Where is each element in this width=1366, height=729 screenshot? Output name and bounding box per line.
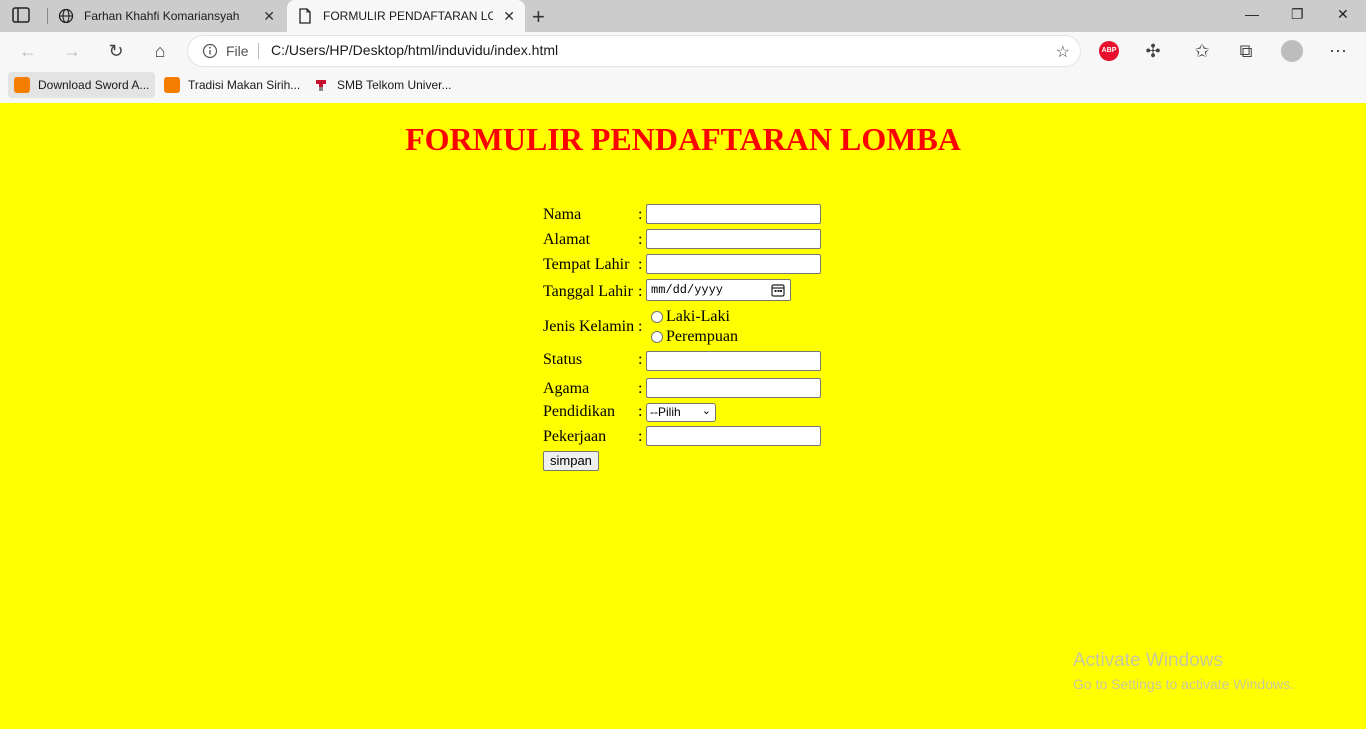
- blogger-icon: [14, 77, 30, 93]
- simpan-button[interactable]: simpan: [543, 451, 599, 471]
- row-pendidikan: Pendidikan : --Pilih ⌄: [543, 403, 863, 425]
- row-submit: simpan: [543, 451, 863, 473]
- radio-label: Laki-Laki: [666, 308, 730, 325]
- colon: :: [638, 351, 643, 368]
- jenis-kelamin-label: Jenis Kelamin: [543, 318, 635, 335]
- colon: :: [638, 206, 643, 223]
- row-status: Status :: [543, 351, 863, 373]
- more-icon[interactable]: ⋯: [1327, 40, 1349, 62]
- bookmark-label: Tradisi Makan Sirih...: [188, 78, 301, 92]
- colon: :: [638, 318, 643, 335]
- radio-perempuan[interactable]: Perempuan: [651, 327, 738, 347]
- address-divider: [258, 43, 259, 59]
- favorites-icon[interactable]: ✩: [1191, 40, 1213, 62]
- globe-icon: [58, 8, 74, 24]
- tempat-lahir-input[interactable]: [646, 254, 821, 274]
- telkom-icon: [313, 77, 329, 93]
- pendidikan-select[interactable]: --Pilih ⌄: [646, 403, 716, 422]
- pekerjaan-label: Pekerjaan: [543, 428, 607, 445]
- document-icon: [297, 8, 313, 24]
- colon: :: [638, 380, 643, 397]
- alamat-input[interactable]: [646, 229, 821, 249]
- radio-label: Perempuan: [666, 328, 738, 345]
- colon: :: [638, 256, 643, 273]
- tab-label: Farhan Khahfi Komariansyah: [84, 9, 240, 23]
- selected-option: --Pilih: [650, 405, 681, 419]
- radio-button[interactable]: [651, 311, 663, 323]
- profile-avatar[interactable]: [1281, 40, 1303, 62]
- alamat-label: Alamat: [543, 231, 591, 248]
- bookmark-item[interactable]: SMB Telkom Univer...: [307, 72, 457, 98]
- radio-button[interactable]: [651, 331, 663, 343]
- colon: :: [638, 231, 643, 248]
- back-icon[interactable]: ←: [17, 40, 39, 62]
- nama-input[interactable]: [646, 204, 821, 224]
- restore-icon[interactable]: ❐: [1291, 6, 1304, 23]
- bookmark-item[interactable]: Tradisi Makan Sirih...: [158, 72, 306, 98]
- row-agama: Agama :: [543, 378, 863, 400]
- row-alamat: Alamat :: [543, 229, 863, 251]
- collections-icon[interactable]: ⧉: [1235, 40, 1257, 62]
- tanggal-lahir-label: Tanggal Lahir: [543, 283, 633, 300]
- watermark-title: Activate Windows: [1073, 650, 1223, 671]
- tab-formulir[interactable]: FORMULIR PENDAFTARAN LOMBA ✕: [287, 0, 525, 32]
- chevron-down-icon: ⌄: [701, 405, 711, 417]
- address-row: ← → ↻ ⌂ File C:/Users/HP/Desktop/html/in…: [0, 32, 1366, 70]
- reload-icon[interactable]: ↻: [105, 40, 127, 62]
- row-pekerjaan: Pekerjaan :: [543, 426, 863, 448]
- gender-options: Laki-Laki Perempuan: [651, 307, 738, 347]
- url-text[interactable]: C:/Users/HP/Desktop/html/induvidu/index.…: [271, 42, 558, 58]
- new-tab-icon[interactable]: +: [532, 4, 545, 30]
- forward-icon[interactable]: →: [61, 40, 83, 62]
- tab-bar: Farhan Khahfi Komariansyah ✕ FORMULIR PE…: [0, 0, 1366, 32]
- scheme-label: File: [226, 43, 249, 59]
- row-jenis-kelamin: Jenis Kelamin : Laki-Laki Perempuan: [543, 307, 863, 349]
- row-nama: Nama :: [543, 204, 863, 226]
- colon: :: [638, 403, 643, 420]
- status-label: Status: [543, 351, 583, 368]
- pendidikan-label: Pendidikan: [543, 403, 615, 420]
- extensions-icon[interactable]: ✣: [1142, 40, 1164, 62]
- address-bar[interactable]: File C:/Users/HP/Desktop/html/induvidu/i…: [188, 36, 1080, 66]
- add-favorite-icon[interactable]: ☆: [1056, 42, 1070, 62]
- close-tab-icon[interactable]: ✕: [263, 8, 275, 25]
- tab-label: FORMULIR PENDAFTARAN LOMBA: [323, 9, 493, 23]
- colon: :: [638, 283, 643, 300]
- page-title: FORMULIR PENDAFTARAN LOMBA: [405, 121, 961, 157]
- bookmark-label: SMB Telkom Univer...: [337, 78, 452, 92]
- tab-farhan[interactable]: Farhan Khahfi Komariansyah ✕: [48, 0, 285, 32]
- tanggal-lahir-input[interactable]: mm/dd/yyyy: [646, 279, 791, 301]
- bookmarks-bar: Download Sword A... Tradisi Makan Sirih.…: [0, 70, 1366, 102]
- info-icon[interactable]: [202, 43, 218, 59]
- row-tanggal-lahir: Tanggal Lahir : mm/dd/yyyy: [543, 279, 863, 301]
- adblock-icon[interactable]: ABP: [1099, 41, 1119, 61]
- nama-label: Nama: [543, 206, 582, 223]
- close-window-icon[interactable]: ✕: [1337, 6, 1349, 23]
- date-placeholder: mm/dd/yyyy: [651, 283, 724, 297]
- status-input[interactable]: [646, 351, 821, 371]
- bookmark-item[interactable]: Download Sword A...: [8, 72, 156, 98]
- tempat-lahir-label: Tempat Lahir: [543, 256, 630, 273]
- minimize-icon[interactable]: —: [1245, 6, 1259, 22]
- radio-laki-laki[interactable]: Laki-Laki: [651, 307, 738, 327]
- tab-actions-icon[interactable]: [12, 7, 34, 25]
- colon: :: [638, 428, 643, 445]
- agama-input[interactable]: [646, 378, 821, 398]
- browser-chrome: Farhan Khahfi Komariansyah ✕ FORMULIR PE…: [0, 0, 1366, 104]
- close-tab-icon[interactable]: ✕: [503, 8, 515, 25]
- blogger-icon: [164, 77, 180, 93]
- row-tempat-lahir: Tempat Lahir :: [543, 254, 863, 276]
- home-icon[interactable]: ⌂: [149, 40, 171, 62]
- activation-watermark: Activate Windows Go to Settings to activ…: [1073, 650, 1294, 692]
- agama-label: Agama: [543, 380, 590, 397]
- page-content: FORMULIR PENDAFTARAN LOMBA Nama : Alamat…: [0, 103, 1366, 729]
- bookmark-label: Download Sword A...: [38, 78, 150, 92]
- watermark-subtitle: Go to Settings to activate Windows.: [1073, 676, 1294, 692]
- calendar-icon[interactable]: [771, 283, 785, 297]
- pekerjaan-input[interactable]: [646, 426, 821, 446]
